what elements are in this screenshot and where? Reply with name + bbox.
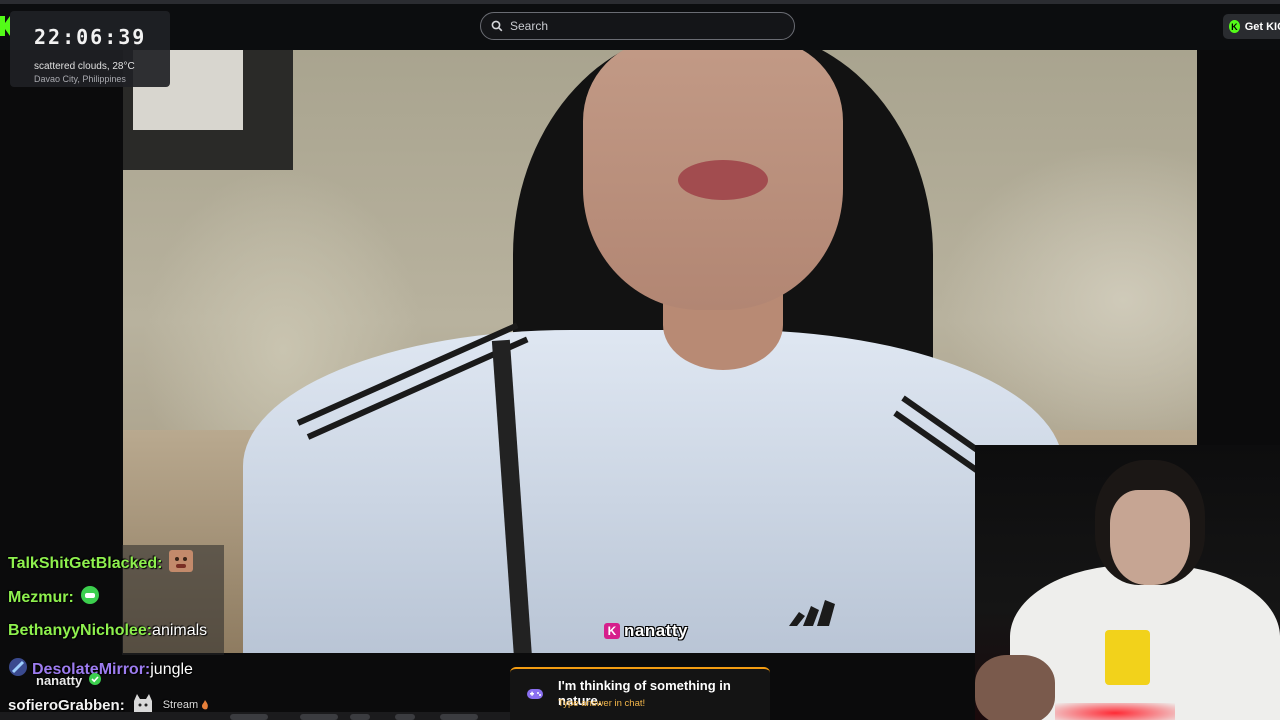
- flame-icon: [201, 697, 209, 714]
- game-banner: I'm thinking of something in nature. Typ…: [510, 667, 770, 720]
- sword-badge-icon: [8, 657, 28, 682]
- chat-text: jungle: [150, 660, 193, 678]
- kick-logo-icon: [0, 16, 10, 36]
- green-smile-emote-icon: [80, 585, 100, 610]
- rgb-light: [1055, 703, 1175, 720]
- chat-username: sofieroGrabben: [8, 696, 120, 714]
- face-emote-icon: [168, 549, 194, 578]
- cam-name: nanatty: [36, 673, 83, 688]
- chat-username: BethanyyNicholee: [8, 622, 147, 639]
- toolbar-button[interactable]: [395, 714, 415, 720]
- clock-time: 22:06:39: [34, 25, 147, 49]
- chat-message: TalkShitGetBlacked:: [8, 549, 194, 578]
- get-kick-button[interactable]: K Get KICK: [1223, 14, 1280, 39]
- toolbar-button[interactable]: [440, 714, 478, 720]
- kick-logo-icon: K: [1229, 20, 1240, 33]
- clock-widget: 22:06:39 scattered clouds, 28°C Davao Ci…: [10, 11, 170, 87]
- adidas-logo-icon: [789, 600, 835, 626]
- get-kick-label: Get KICK: [1244, 20, 1280, 33]
- cam-name-tag: nanatty: [36, 672, 102, 689]
- search-input[interactable]: Search: [480, 12, 795, 40]
- streamer-name: nanatty: [624, 621, 688, 640]
- toolbar-button[interactable]: [230, 714, 268, 720]
- face: [1110, 490, 1190, 585]
- toolbar-button[interactable]: [300, 714, 338, 720]
- tattoo-arm: [975, 655, 1055, 720]
- top-edge: [0, 0, 1280, 4]
- stream-badge-label: Stream: [162, 699, 199, 711]
- banner-subtitle: Type answer in chat!: [558, 698, 646, 709]
- streamer-tag: K nanatty: [604, 618, 688, 644]
- kick-badge-icon: K: [604, 623, 620, 639]
- gamepad-icon: [527, 689, 543, 699]
- chat-username: Mezmur: [8, 588, 69, 606]
- search-icon: [491, 20, 503, 32]
- toolbar-button[interactable]: [350, 714, 370, 720]
- chat-message: Mezmur:: [8, 585, 100, 610]
- search-placeholder: Search: [510, 19, 549, 33]
- chat-message: BethanyyNicholee: animals: [8, 622, 208, 639]
- chat-username: TalkShitGetBlacked: [8, 554, 158, 572]
- shirt-graphic: [1105, 630, 1150, 685]
- jacket: [243, 330, 1063, 653]
- weather-text: scattered clouds, 28°C: [34, 61, 135, 72]
- lips: [678, 160, 768, 200]
- webcam-overlay: [975, 445, 1280, 720]
- chat-text: animals: [152, 622, 208, 639]
- location-text: Davao City, Philippines: [34, 74, 126, 84]
- top-bar: Search K Get KICK: [0, 0, 1280, 50]
- verified-badge-icon: [88, 672, 102, 689]
